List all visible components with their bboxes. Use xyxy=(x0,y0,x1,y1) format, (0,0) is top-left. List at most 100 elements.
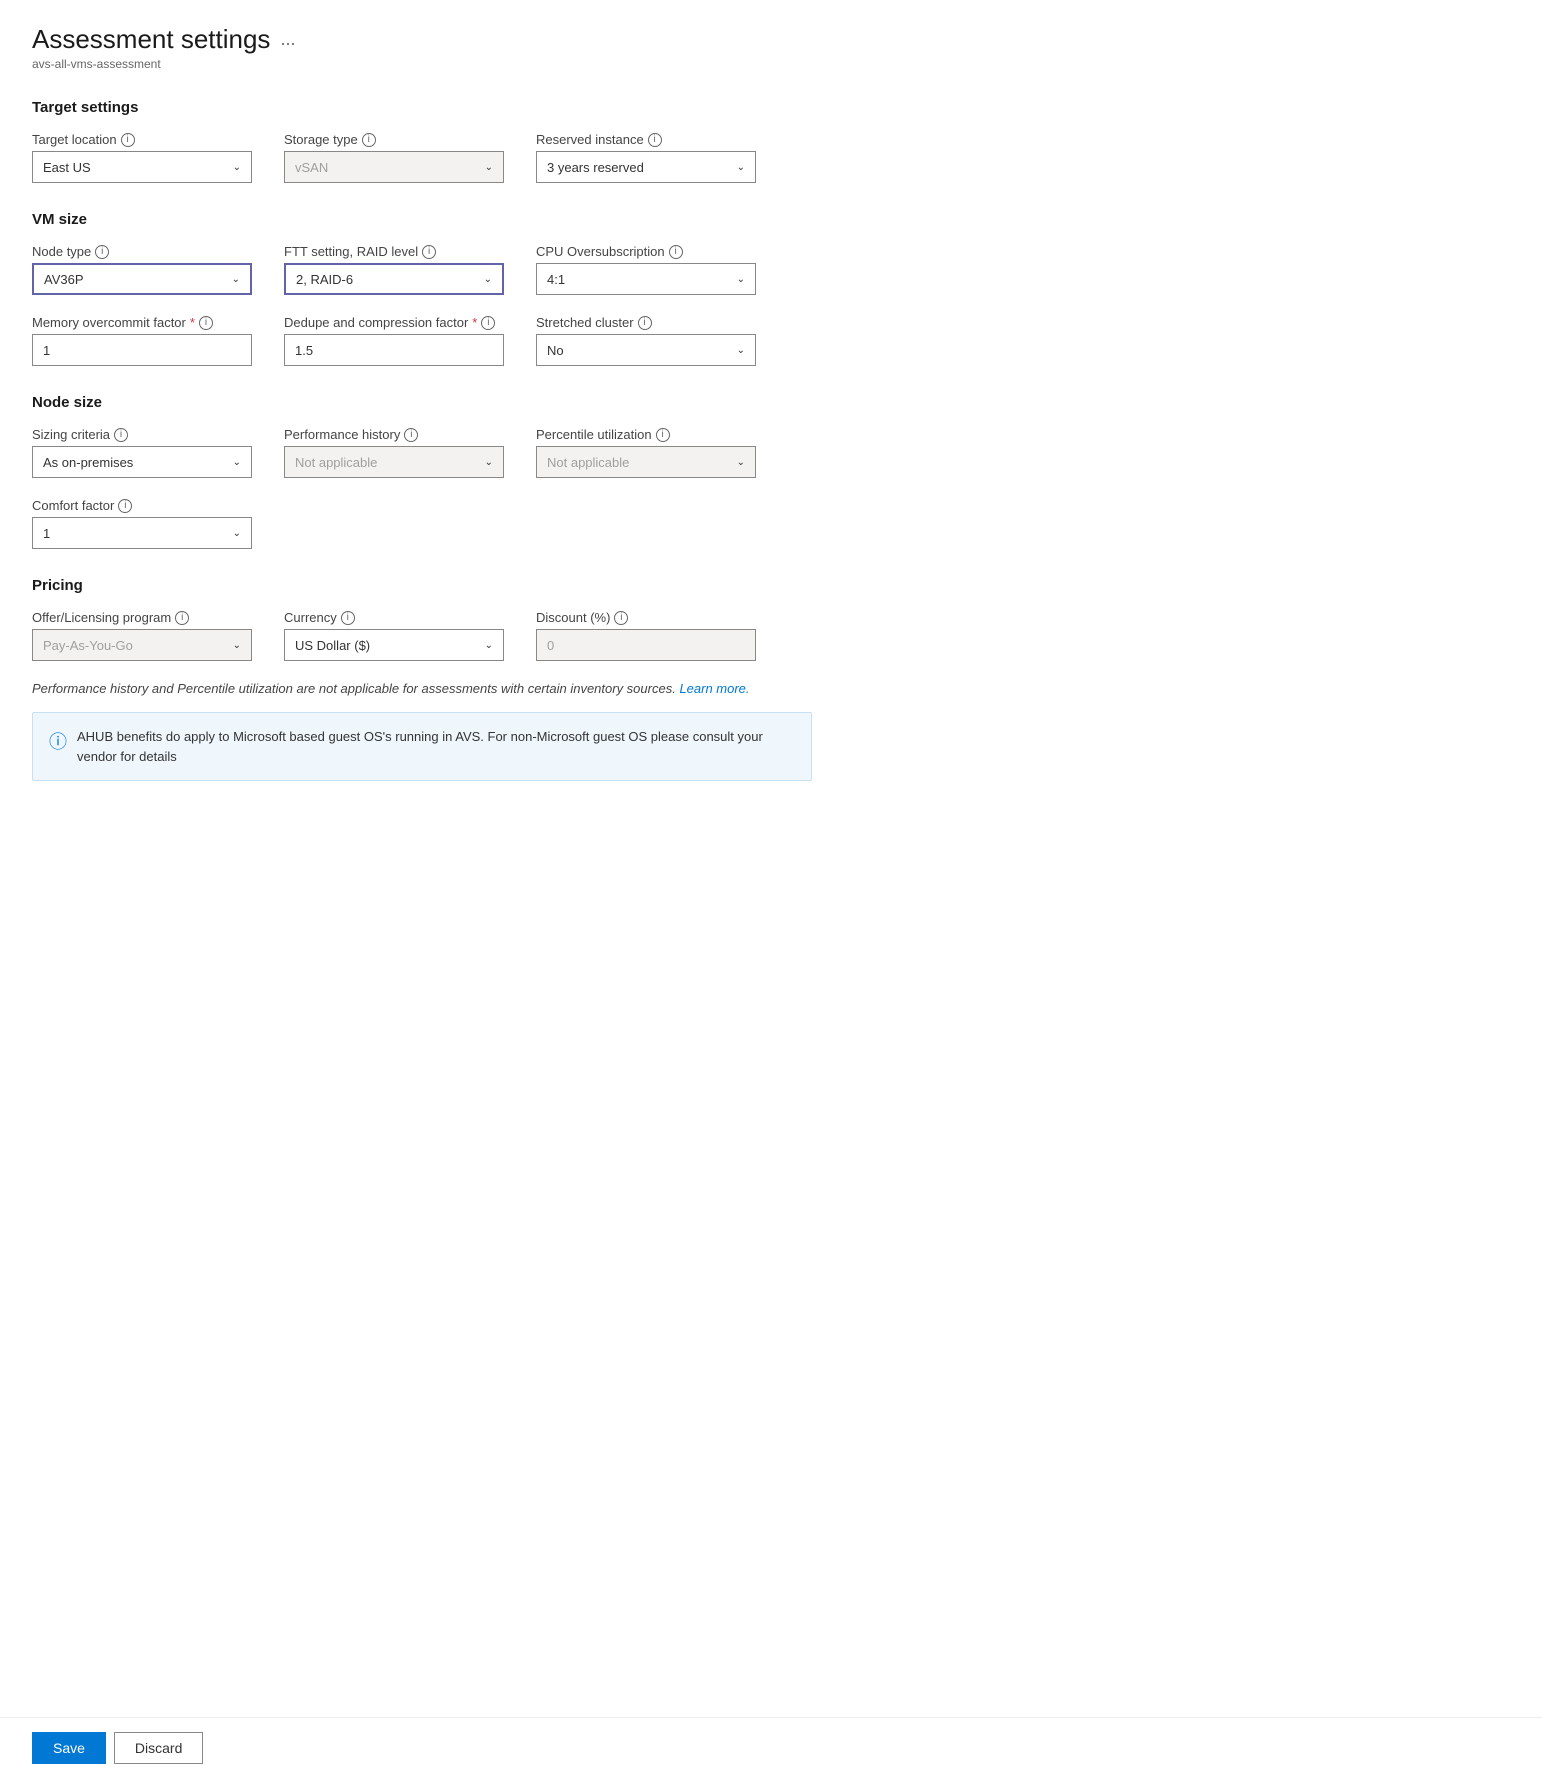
comfort-factor-label: Comfort factor i xyxy=(32,498,252,513)
memory-overcommit-info-icon[interactable]: i xyxy=(199,316,213,330)
discount-info-icon[interactable]: i xyxy=(614,611,628,625)
node-size-section: Node size Sizing criteria i As on-premis… xyxy=(32,394,1510,549)
chevron-down-icon: ⌄ xyxy=(737,274,745,285)
footer: Save Discard xyxy=(0,1717,1542,1778)
vm-size-row-1: Node type i AV36P ⌄ FTT setting, RAID le… xyxy=(32,244,1510,295)
page-title: Assessment settings ... xyxy=(32,24,1510,55)
sizing-criteria-group: Sizing criteria i As on-premises ⌄ xyxy=(32,427,252,478)
chevron-down-icon: ⌄ xyxy=(485,162,493,173)
performance-history-group: Performance history i Not applicable ⌄ xyxy=(284,427,504,478)
storage-type-label: Storage type i xyxy=(284,132,504,147)
node-size-row-2: Comfort factor i 1 ⌄ xyxy=(32,498,1510,549)
dedupe-compression-label: Dedupe and compression factor * i xyxy=(284,315,504,330)
node-size-row-1: Sizing criteria i As on-premises ⌄ Perfo… xyxy=(32,427,1510,478)
discount-label: Discount (%) i xyxy=(536,610,756,625)
sizing-criteria-select[interactable]: As on-premises ⌄ xyxy=(32,446,252,478)
currency-label: Currency i xyxy=(284,610,504,625)
performance-note: Performance history and Percentile utili… xyxy=(32,681,1510,696)
memory-overcommit-label: Memory overcommit factor * i xyxy=(32,315,252,330)
node-size-title: Node size xyxy=(32,394,1510,411)
sizing-criteria-info-icon[interactable]: i xyxy=(114,428,128,442)
node-type-info-icon[interactable]: i xyxy=(95,245,109,259)
memory-overcommit-required: * xyxy=(190,315,195,330)
percentile-utilization-label: Percentile utilization i xyxy=(536,427,756,442)
node-type-select[interactable]: AV36P ⌄ xyxy=(32,263,252,295)
info-circle-icon: ⓘ xyxy=(49,728,67,754)
reserved-instance-label: Reserved instance i xyxy=(536,132,756,147)
cpu-oversubscription-select[interactable]: 4:1 ⌄ xyxy=(536,263,756,295)
chevron-down-icon: ⌄ xyxy=(233,640,241,651)
ftt-setting-info-icon[interactable]: i xyxy=(422,245,436,259)
comfort-factor-group: Comfort factor i 1 ⌄ xyxy=(32,498,252,549)
page-subtitle: avs-all-vms-assessment xyxy=(32,57,1510,71)
pricing-section: Pricing Offer/Licensing program i Pay-As… xyxy=(32,577,1510,781)
percentile-utilization-group: Percentile utilization i Not applicable … xyxy=(536,427,756,478)
performance-history-select: Not applicable ⌄ xyxy=(284,446,504,478)
performance-history-info-icon[interactable]: i xyxy=(404,428,418,442)
currency-select[interactable]: US Dollar ($) ⌄ xyxy=(284,629,504,661)
node-type-group: Node type i AV36P ⌄ xyxy=(32,244,252,295)
ftt-setting-label: FTT setting, RAID level i xyxy=(284,244,504,259)
discount-group: Discount (%) i xyxy=(536,610,756,661)
reserved-instance-select[interactable]: 3 years reserved ⌄ xyxy=(536,151,756,183)
dedupe-compression-info-icon[interactable]: i xyxy=(481,316,495,330)
stretched-cluster-info-icon[interactable]: i xyxy=(638,316,652,330)
performance-history-label: Performance history i xyxy=(284,427,504,442)
vm-size-row-2: Memory overcommit factor * i Dedupe and … xyxy=(32,315,1510,366)
discard-button[interactable]: Discard xyxy=(114,1732,203,1764)
storage-type-info-icon[interactable]: i xyxy=(362,133,376,147)
vm-size-title: VM size xyxy=(32,211,1510,228)
offer-licensing-group: Offer/Licensing program i Pay-As-You-Go … xyxy=(32,610,252,661)
chevron-down-icon: ⌄ xyxy=(232,274,240,285)
ahub-banner: ⓘ AHUB benefits do apply to Microsoft ba… xyxy=(32,712,812,781)
target-location-select[interactable]: East US ⌄ xyxy=(32,151,252,183)
ahub-note-text: AHUB benefits do apply to Microsoft base… xyxy=(77,727,795,766)
chevron-down-icon: ⌄ xyxy=(485,640,493,651)
dedupe-compression-required: * xyxy=(472,315,477,330)
chevron-down-icon: ⌄ xyxy=(233,162,241,173)
chevron-down-icon: ⌄ xyxy=(737,457,745,468)
target-settings-title: Target settings xyxy=(32,99,1510,116)
dedupe-compression-input[interactable] xyxy=(284,334,504,366)
chevron-down-icon: ⌄ xyxy=(233,457,241,468)
target-settings-section: Target settings Target location i East U… xyxy=(32,99,1510,183)
chevron-down-icon: ⌄ xyxy=(737,162,745,173)
chevron-down-icon: ⌄ xyxy=(737,345,745,356)
vm-size-section: VM size Node type i AV36P ⌄ FTT setting,… xyxy=(32,211,1510,366)
ftt-setting-group: FTT setting, RAID level i 2, RAID-6 ⌄ xyxy=(284,244,504,295)
node-type-label: Node type i xyxy=(32,244,252,259)
save-button[interactable]: Save xyxy=(32,1732,106,1764)
stretched-cluster-group: Stretched cluster i No ⌄ xyxy=(536,315,756,366)
pricing-row: Offer/Licensing program i Pay-As-You-Go … xyxy=(32,610,1510,661)
reserved-instance-group: Reserved instance i 3 years reserved ⌄ xyxy=(536,132,756,183)
target-location-info-icon[interactable]: i xyxy=(121,133,135,147)
chevron-down-icon: ⌄ xyxy=(485,457,493,468)
target-location-label: Target location i xyxy=(32,132,252,147)
chevron-down-icon: ⌄ xyxy=(233,528,241,539)
storage-type-select: vSAN ⌄ xyxy=(284,151,504,183)
more-options-icon[interactable]: ... xyxy=(280,29,295,50)
cpu-oversubscription-group: CPU Oversubscription i 4:1 ⌄ xyxy=(536,244,756,295)
offer-licensing-select: Pay-As-You-Go ⌄ xyxy=(32,629,252,661)
percentile-utilization-info-icon[interactable]: i xyxy=(656,428,670,442)
cpu-oversubscription-info-icon[interactable]: i xyxy=(669,245,683,259)
stretched-cluster-label: Stretched cluster i xyxy=(536,315,756,330)
offer-licensing-label: Offer/Licensing program i xyxy=(32,610,252,625)
ftt-setting-select[interactable]: 2, RAID-6 ⌄ xyxy=(284,263,504,295)
comfort-factor-select[interactable]: 1 ⌄ xyxy=(32,517,252,549)
target-location-group: Target location i East US ⌄ xyxy=(32,132,252,183)
learn-more-link[interactable]: Learn more. xyxy=(679,681,749,696)
offer-licensing-info-icon[interactable]: i xyxy=(175,611,189,625)
stretched-cluster-select[interactable]: No ⌄ xyxy=(536,334,756,366)
reserved-instance-info-icon[interactable]: i xyxy=(648,133,662,147)
cpu-oversubscription-label: CPU Oversubscription i xyxy=(536,244,756,259)
sizing-criteria-label: Sizing criteria i xyxy=(32,427,252,442)
percentile-utilization-select: Not applicable ⌄ xyxy=(536,446,756,478)
memory-overcommit-input[interactable] xyxy=(32,334,252,366)
dedupe-compression-group: Dedupe and compression factor * i xyxy=(284,315,504,366)
pricing-title: Pricing xyxy=(32,577,1510,594)
discount-input xyxy=(536,629,756,661)
comfort-factor-info-icon[interactable]: i xyxy=(118,499,132,513)
currency-group: Currency i US Dollar ($) ⌄ xyxy=(284,610,504,661)
currency-info-icon[interactable]: i xyxy=(341,611,355,625)
